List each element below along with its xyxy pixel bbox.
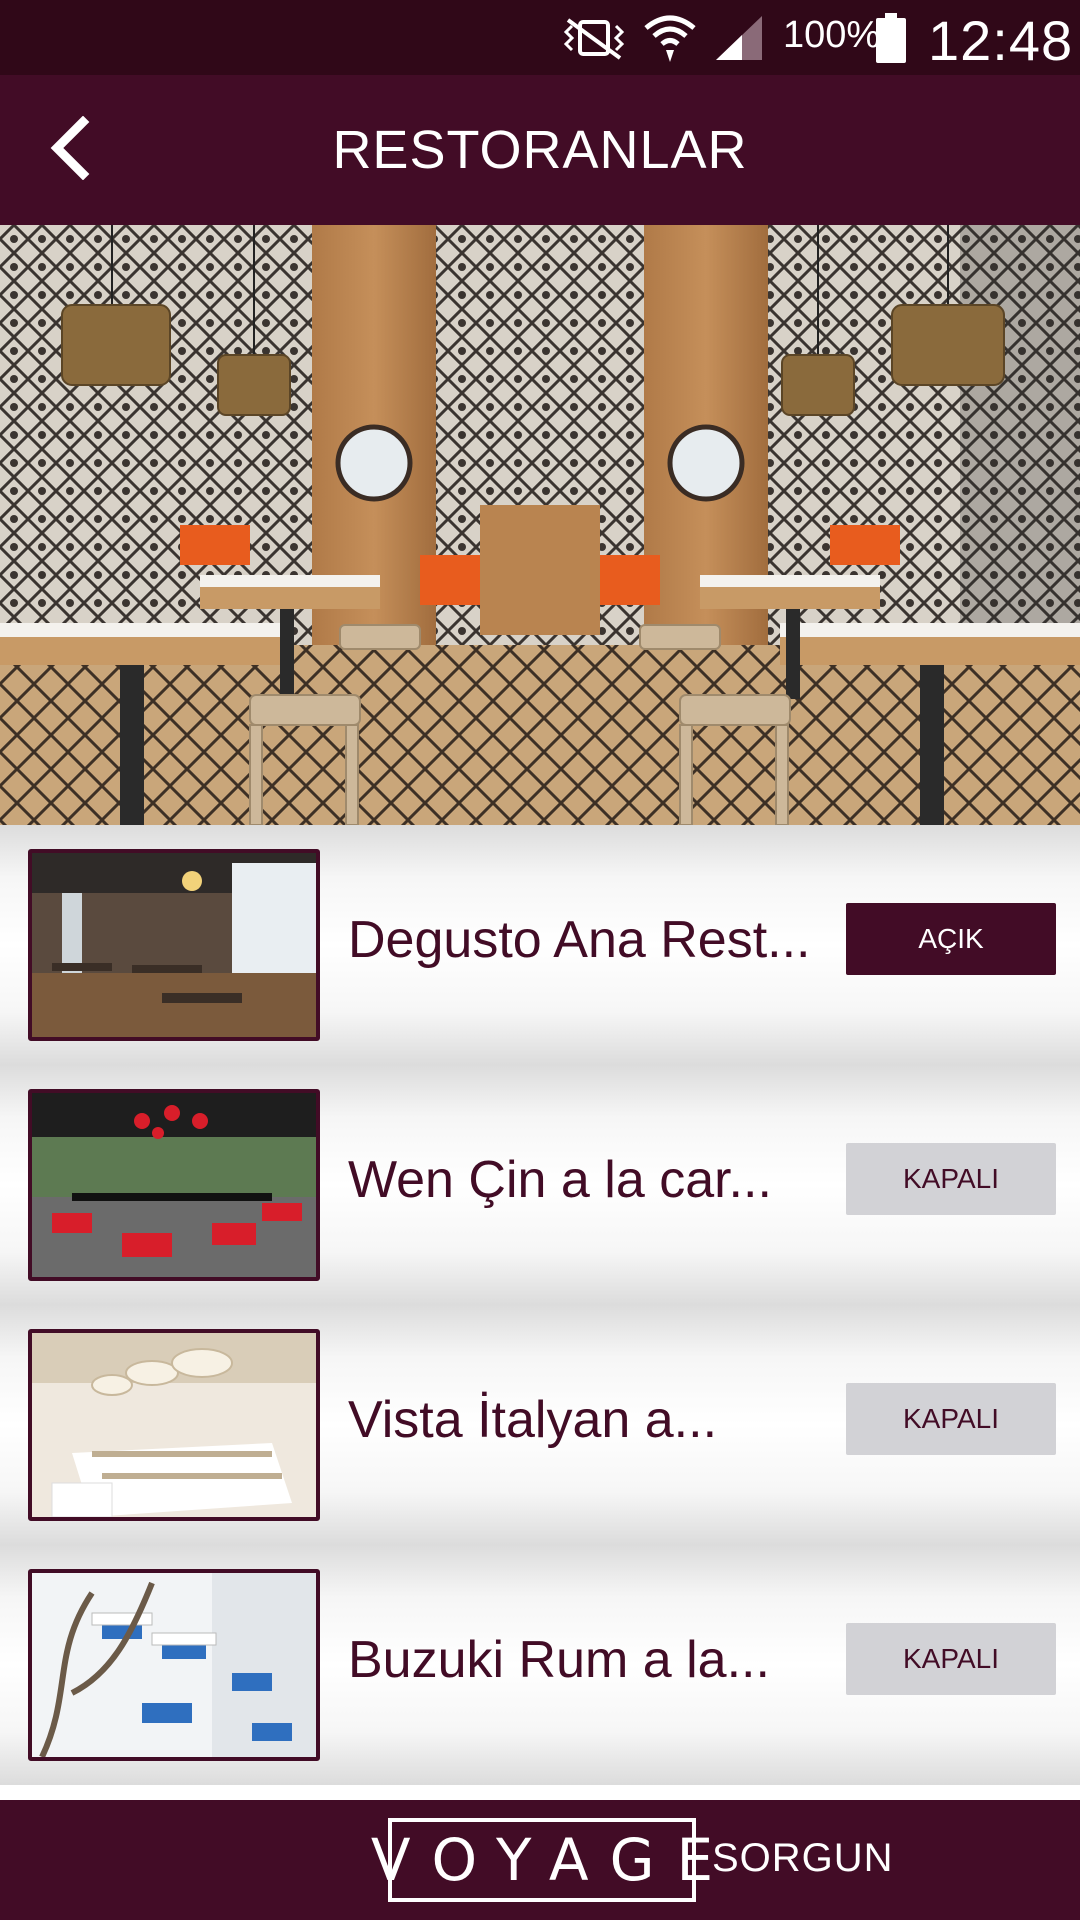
- page-title: RESTORANLAR: [332, 120, 748, 180]
- restaurant-thumbnail: [28, 849, 320, 1041]
- signal-icon: [712, 10, 768, 65]
- restaurant-row[interactable]: Wen Çin a la car... KAPALI: [0, 1065, 1080, 1305]
- restaurant-list: Degusto Ana Rest... AÇIK Wen Çin a la ca…: [0, 825, 1080, 1800]
- restaurant-thumbnail: [28, 1329, 320, 1521]
- status-badge[interactable]: KAPALI: [846, 1383, 1056, 1455]
- restaurant-name: Wen Çin a la car...: [348, 1151, 772, 1209]
- status-bar: 100% 12:48: [0, 0, 1080, 75]
- status-badge[interactable]: KAPALI: [846, 1143, 1056, 1215]
- restaurant-row[interactable]: Vista İtalyan a... KAPALI: [0, 1305, 1080, 1545]
- footer: VOYAGE SORGUN: [0, 1800, 1080, 1920]
- battery-percentage: 100%: [783, 14, 881, 56]
- restaurant-name: Buzuki Rum a la...: [348, 1631, 770, 1689]
- restaurant-name: Degusto Ana Rest...: [348, 911, 811, 969]
- restaurant-name: Vista İtalyan a...: [348, 1391, 718, 1449]
- brand-logo: VOYAGE: [371, 1818, 713, 1902]
- restaurant-row[interactable]: Buzuki Rum a la... KAPALI: [0, 1545, 1080, 1785]
- status-badge[interactable]: AÇIK: [846, 903, 1056, 975]
- restaurant-thumbnail: [28, 1569, 320, 1761]
- battery-icon: [874, 10, 908, 65]
- restaurant-row[interactable]: Degusto Ana Rest... AÇIK: [0, 825, 1080, 1065]
- status-time: 12:48: [928, 9, 1074, 72]
- hero-image: [0, 225, 1080, 825]
- status-badge[interactable]: KAPALI: [846, 1623, 1056, 1695]
- wifi-icon: [640, 10, 700, 65]
- brand-location: SORGUN: [712, 1836, 894, 1880]
- vibrate-mute-icon: [556, 10, 632, 65]
- brand-logo-text: VOYAGE: [370, 1826, 736, 1894]
- app-bar: RESTORANLAR: [0, 75, 1080, 225]
- restaurant-thumbnail: [28, 1089, 320, 1281]
